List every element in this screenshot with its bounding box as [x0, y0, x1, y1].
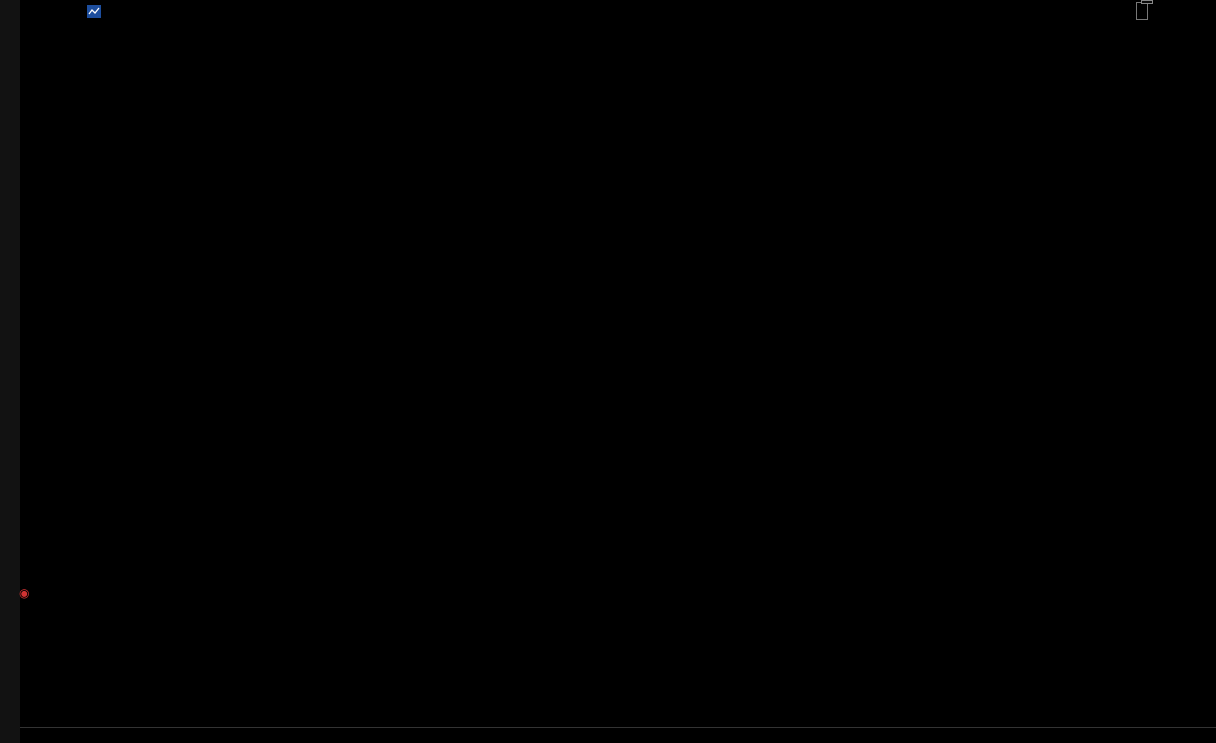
- chart-style-icon: [87, 5, 101, 18]
- chart-header: [20, 0, 1216, 22]
- bottom-tab-bar: [20, 727, 1216, 743]
- time-axis-row: [20, 710, 1216, 727]
- chart-canvas[interactable]: [0, 0, 1216, 743]
- current-price-tag: [1141, 0, 1153, 4]
- left-tab-strip: [0, 0, 20, 743]
- theme-selector-button[interactable]: [1136, 2, 1148, 20]
- app-root: ◉: [0, 0, 1216, 743]
- indicator-settings-icon[interactable]: ◉: [19, 586, 29, 600]
